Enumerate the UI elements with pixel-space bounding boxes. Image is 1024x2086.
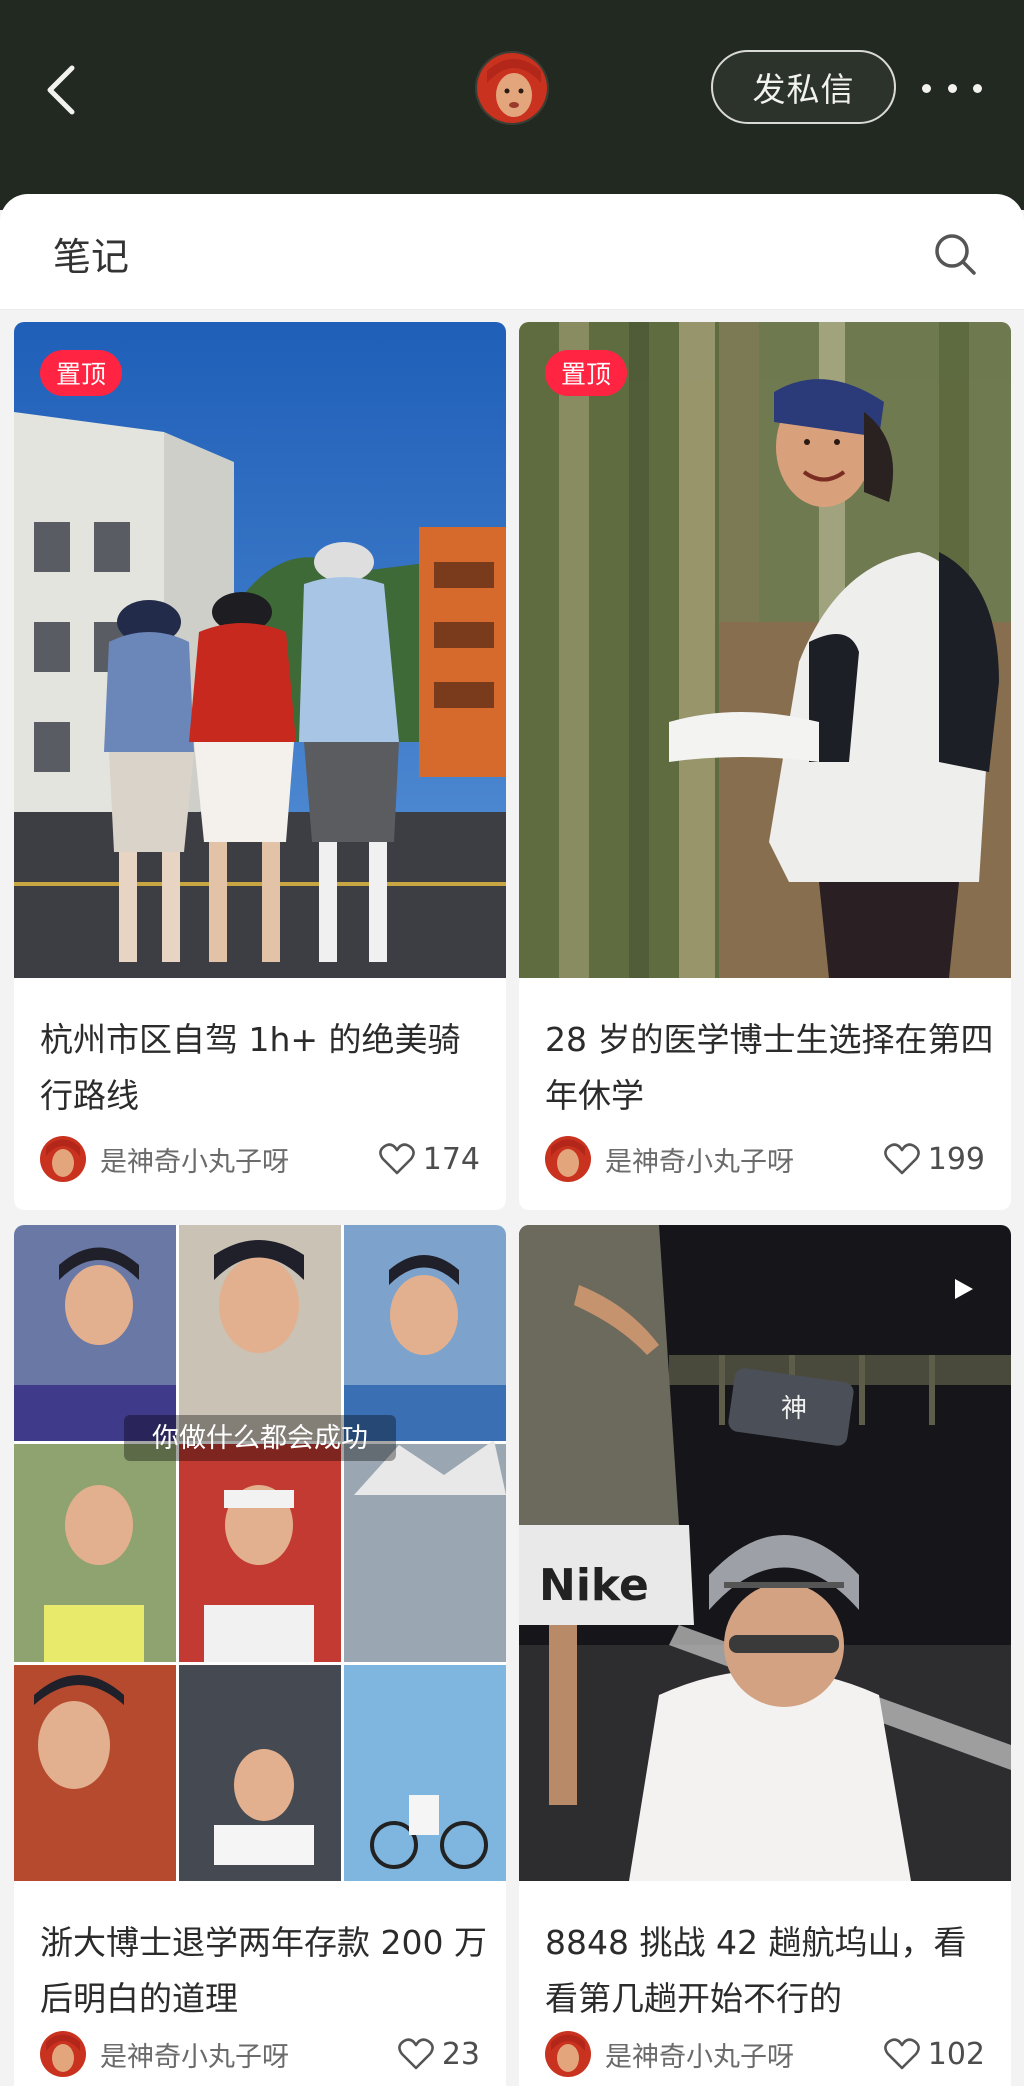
heart-icon [883,1143,920,1175]
author-name: 是神奇小丸子呀 [605,2041,794,2073]
heart-icon [883,2038,920,2070]
note-card[interactable]: 你做什么都会成功 浙大博士退学两年存款 200 万后明白的道理 是神奇小丸子呀 … [14,1225,506,2086]
avatar[interactable] [475,51,549,125]
note-author[interactable]: 是神奇小丸子呀 [545,1134,794,1184]
like-count: 102 [927,2036,985,2072]
heart-icon [378,1143,415,1175]
like-button[interactable]: 102 [883,2029,985,2079]
pinned-badge: 置顶 [40,350,123,396]
notes-tab-header: 笔记 [0,194,1024,310]
like-button[interactable]: 23 [397,2029,480,2079]
back-button[interactable] [42,62,82,118]
search-button[interactable] [931,230,979,278]
note-cover-image: 置顶 [14,322,506,978]
avatar [545,1136,591,1182]
more-horizontal-icon [922,83,931,93]
like-button[interactable]: 174 [378,1134,480,1184]
note-card[interactable]: Nike 神 8848 挑战 42 趟航坞山，看看第几趟开始不行的 是神奇小丸子… [519,1225,1011,2086]
note-cover-image: Nike 神 [519,1225,1011,1881]
more-button[interactable] [922,70,982,106]
avatar [40,1136,86,1182]
search-icon [935,234,976,275]
cover-caption: 你做什么都会成功 [152,1423,368,1454]
like-count: 23 [441,2036,480,2072]
note-card[interactable]: 置顶 28 岁的医学博士生选择在第四年休学 是神奇小丸子呀 199 [519,322,1011,1210]
note-cover-image: 你做什么都会成功 [14,1225,506,1881]
avatar [545,2031,591,2077]
note-author[interactable]: 是神奇小丸子呀 [40,2029,289,2079]
play-icon [955,1279,973,1299]
send-message-button[interactable]: 发私信 [711,50,896,124]
like-button[interactable]: 199 [883,1134,985,1184]
author-name: 是神奇小丸子呀 [605,1146,794,1178]
note-author[interactable]: 是神奇小丸子呀 [545,2029,794,2079]
like-count: 174 [422,1141,480,1177]
note-title[interactable]: 8848 挑战 42 趟航坞山，看看第几趟开始不行的 [545,1915,995,2027]
svg-text:Nike: Nike [539,1560,649,1611]
note-title[interactable]: 杭州市区自驾 1h+ 的绝美骑行路线 [40,1012,490,1124]
author-name: 是神奇小丸子呀 [100,1146,289,1178]
pinned-badge: 置顶 [545,350,628,396]
note-title[interactable]: 28 岁的医学博士生选择在第四年休学 [545,1012,995,1124]
note-author[interactable]: 是神奇小丸子呀 [40,1134,289,1184]
note-card[interactable]: 置顶 杭州市区自驾 1h+ 的绝美骑行路线 是神奇小丸子呀 174 [14,322,506,1210]
note-title[interactable]: 浙大博士退学两年存款 200 万后明白的道理 [40,1915,490,2027]
note-cover-image: 置顶 [519,322,1011,978]
avatar [40,2031,86,2077]
heart-icon [397,2038,434,2070]
author-name: 是神奇小丸子呀 [100,2041,289,2073]
profile-header: 发私信 [0,0,1024,210]
like-count: 199 [927,1141,985,1177]
chevron-left-icon [47,65,75,115]
cover-caption: 神 [781,1394,807,1424]
tab-notes[interactable]: 笔记 [53,226,129,281]
